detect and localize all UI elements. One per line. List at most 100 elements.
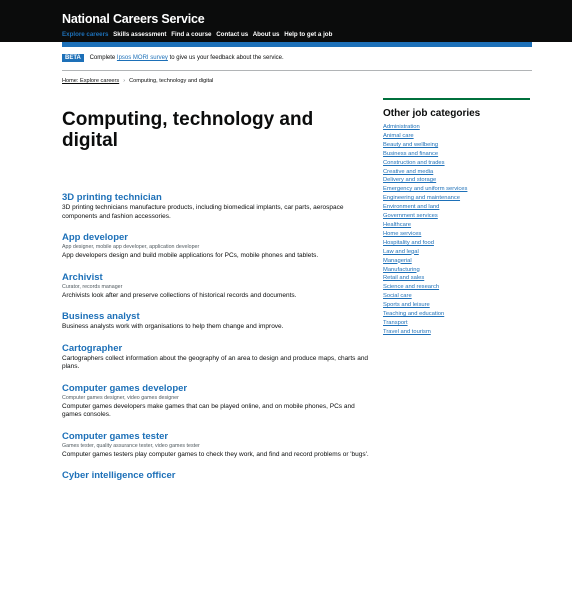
category-item: Social care: [383, 292, 530, 301]
job-title-link[interactable]: 3D printing technician: [62, 192, 372, 203]
category-item: Animal care: [383, 132, 530, 141]
category-link-retail-and-sales[interactable]: Retail and sales: [383, 275, 424, 281]
category-link-construction-and-trades[interactable]: Construction and trades: [383, 160, 445, 166]
category-link-law-and-legal[interactable]: Law and legal: [383, 249, 419, 255]
job-item: Cyber intelligence officer: [62, 470, 372, 481]
job-results-list: 3D printing technician 3D printing techn…: [62, 192, 372, 492]
category-link-animal-care[interactable]: Animal care: [383, 133, 414, 139]
category-item: Business and finance: [383, 150, 530, 159]
category-item: Engineering and maintenance: [383, 194, 530, 203]
job-alternative-titles: App designer, mobile app developer, appl…: [62, 244, 200, 250]
category-item: Hospitality and food: [383, 239, 530, 248]
phase-text-before: Complete: [89, 55, 116, 61]
category-link-teaching-and-education[interactable]: Teaching and education: [383, 311, 444, 317]
job-description: Cartographers collect information about …: [62, 354, 369, 371]
job-title-link[interactable]: Computer games developer: [62, 383, 372, 394]
breadcrumb: Home: Explore careers › Computing, technol…: [62, 78, 213, 84]
job-title-link[interactable]: Business analyst: [62, 311, 372, 322]
job-item: Computer games developer Computer games …: [62, 383, 372, 420]
category-link-government-services[interactable]: Government services: [383, 213, 438, 219]
job-title-link[interactable]: Computer games tester: [62, 431, 372, 442]
category-item: Science and research: [383, 283, 530, 292]
breadcrumb-separator-icon: ›: [123, 78, 126, 84]
phase-banner: BETA Complete Ipsos MORI survey to give …: [62, 54, 532, 71]
nav-skills-assessment[interactable]: Skills assessment: [113, 31, 166, 38]
category-item: Travel and tourism: [383, 328, 530, 337]
header-accent-bar: [62, 42, 532, 47]
job-description: App developers design and build mobile a…: [62, 252, 319, 259]
job-item: 3D printing technician 3D printing techn…: [62, 192, 372, 221]
breadcrumb-home-link[interactable]: Home: Explore careers: [62, 78, 119, 84]
job-item: Archivist Curator, records manager Archi…: [62, 272, 372, 301]
category-link-emergency-and-uniform-services[interactable]: Emergency and uniform services: [383, 186, 467, 192]
phase-text-after: to give us your feedback about the servi…: [169, 55, 284, 61]
category-item: Delivery and storage: [383, 176, 530, 185]
job-item: App developer App designer, mobile app d…: [62, 232, 372, 261]
category-link-business-and-finance[interactable]: Business and finance: [383, 151, 438, 157]
job-description: Business analysts work with organisation…: [62, 323, 284, 330]
job-description: Computer games developers make games tha…: [62, 402, 355, 419]
category-link-hospitality-and-food[interactable]: Hospitality and food: [383, 240, 434, 246]
survey-link[interactable]: Ipsos MORI survey: [117, 55, 168, 61]
category-link-creative-and-media[interactable]: Creative and media: [383, 169, 433, 175]
job-description: 3D printing technicians manufacture prod…: [62, 204, 344, 220]
site-header: National Careers Service Explore careers…: [0, 0, 572, 42]
beta-tag: BETA: [62, 54, 84, 62]
site-brand[interactable]: National Careers Service: [62, 12, 205, 26]
category-item: Creative and media: [383, 168, 530, 177]
category-link-managerial[interactable]: Managerial: [383, 258, 412, 264]
other-categories-sidebar: Other job categories Administration Anim…: [383, 98, 530, 337]
job-title-link[interactable]: App developer: [62, 232, 372, 243]
job-title-link[interactable]: Archivist: [62, 272, 372, 283]
category-item: Construction and trades: [383, 159, 530, 168]
category-list: Administration Animal care Beauty and we…: [383, 123, 530, 337]
category-item: Government services: [383, 212, 530, 221]
category-link-administration[interactable]: Administration: [383, 124, 420, 130]
nav-help-to-get-a-job[interactable]: Help to get a job: [284, 31, 332, 38]
category-item: Law and legal: [383, 248, 530, 257]
category-link-healthcare[interactable]: Healthcare: [383, 222, 411, 228]
nav-explore-careers[interactable]: Explore careers: [62, 31, 108, 38]
category-item: Environment and land: [383, 203, 530, 212]
job-item: Cartographer Cartographers collect infor…: [62, 343, 372, 372]
job-title-link[interactable]: Cartographer: [62, 343, 372, 354]
nav-contact-us[interactable]: Contact us: [216, 31, 248, 38]
category-link-transport[interactable]: Transport: [383, 320, 408, 326]
sidebar-heading: Other job categories: [383, 108, 481, 119]
category-item: Managerial: [383, 257, 530, 266]
job-alternative-titles: Curator, records manager: [62, 283, 123, 290]
category-item: Home services: [383, 230, 530, 239]
category-link-delivery-and-storage[interactable]: Delivery and storage: [383, 177, 436, 183]
breadcrumb-current: Computing, technology and digital: [129, 78, 214, 84]
job-title-link[interactable]: Cyber intelligence officer: [62, 470, 372, 481]
category-item: Emergency and uniform services: [383, 185, 530, 194]
job-alternative-titles: Games tester, quality assurance tester, …: [62, 442, 200, 449]
category-item: Administration: [383, 123, 530, 132]
category-link-sports-and-leisure[interactable]: Sports and leisure: [383, 302, 430, 308]
phase-text: Complete Ipsos MORI survey to give us yo…: [90, 55, 284, 61]
category-link-home-services[interactable]: Home services: [383, 231, 421, 237]
category-item: Healthcare: [383, 221, 530, 230]
category-item: Teaching and education: [383, 310, 530, 319]
category-link-social-care[interactable]: Social care: [383, 293, 412, 299]
category-item: Transport: [383, 319, 530, 328]
category-item: Manufacturing: [383, 266, 530, 275]
job-description: Computer games testers play computer gam…: [62, 450, 369, 458]
category-link-engineering-and-maintenance[interactable]: Engineering and maintenance: [383, 195, 460, 201]
job-item: Business analyst Business analysts work …: [62, 311, 372, 332]
category-item: Sports and leisure: [383, 301, 530, 310]
nav-find-a-course[interactable]: Find a course: [171, 31, 211, 38]
top-navigation: Explore careers Skills assessment Find a…: [62, 31, 335, 38]
job-description: Archivists look after and preserve colle…: [62, 291, 297, 299]
category-item: Retail and sales: [383, 274, 530, 283]
job-item: Computer games tester Games tester, qual…: [62, 431, 372, 460]
category-link-environment-and-land[interactable]: Environment and land: [383, 204, 439, 210]
job-alternative-titles: Computer games designer, video games des…: [62, 394, 179, 401]
category-item: Beauty and wellbeing: [383, 141, 530, 150]
nav-about-us[interactable]: About us: [253, 31, 280, 38]
category-link-beauty-and-wellbeing[interactable]: Beauty and wellbeing: [383, 142, 438, 148]
category-link-travel-and-tourism[interactable]: Travel and tourism: [383, 329, 431, 335]
page-title: Computing, technology and digital: [62, 109, 314, 151]
category-link-science-and-research[interactable]: Science and research: [383, 284, 439, 290]
category-link-manufacturing[interactable]: Manufacturing: [383, 267, 420, 273]
